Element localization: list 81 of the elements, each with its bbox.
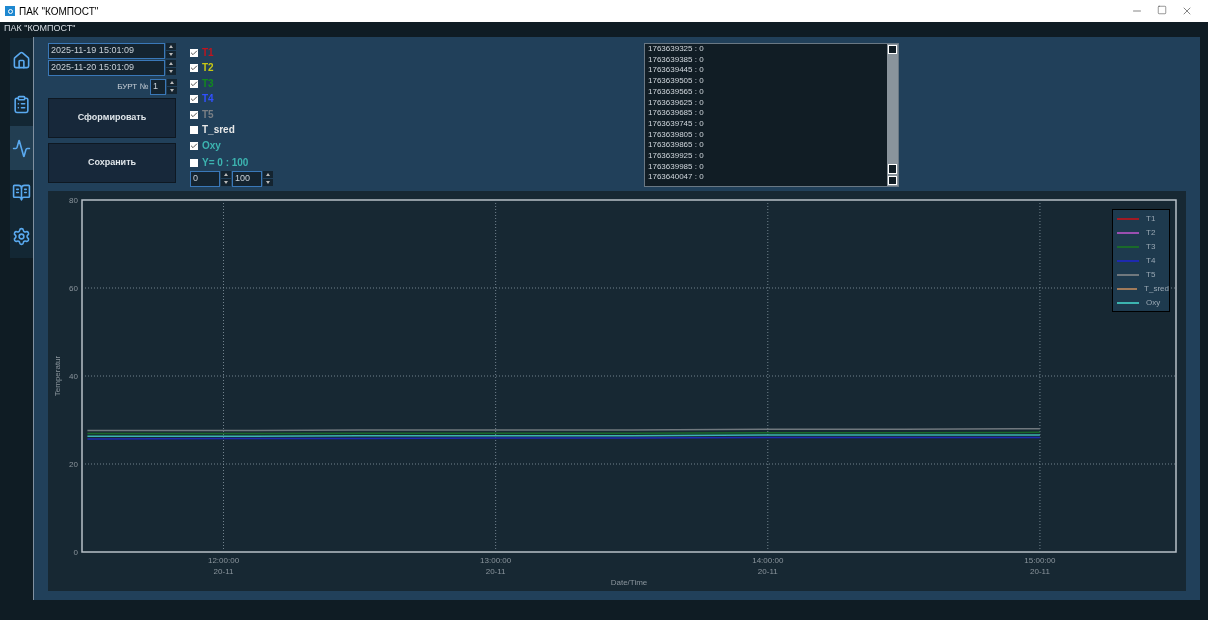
generate-button[interactable]: Сформировать <box>48 98 176 138</box>
spin-down-button[interactable] <box>263 179 273 186</box>
x-tick-label: 13:00:00 20-11 <box>480 556 512 576</box>
spin-up-button[interactable] <box>166 43 176 50</box>
log-entry: 1763639625 : 0 <box>648 97 705 109</box>
log-entry: 1763639985 : 0 <box>648 161 705 173</box>
checkbox[interactable] <box>190 159 198 168</box>
legend-label: Oxy <box>1146 296 1161 309</box>
close-icon[interactable] <box>1181 5 1193 17</box>
checkbox-label: T5 <box>202 108 214 121</box>
legend-label: T_sred <box>1144 282 1169 295</box>
spin-down-button[interactable] <box>166 68 176 75</box>
legend-label: T5 <box>1146 268 1156 281</box>
spin-up-button[interactable] <box>263 171 273 178</box>
sidebar-item[interactable] <box>10 170 33 214</box>
y-axis-title: Temperatur <box>53 355 62 397</box>
y-tick-label: 80 <box>69 196 78 205</box>
checkbox-label: T2 <box>202 62 214 75</box>
checkbox[interactable] <box>190 126 198 135</box>
y-max-field[interactable]: 100 <box>232 171 262 187</box>
spin-down-button[interactable] <box>167 87 177 94</box>
checkbox[interactable] <box>190 110 198 119</box>
save-button[interactable]: Сохранить <box>48 143 176 183</box>
checkbox-label: T_sred <box>202 124 235 137</box>
y-min-field[interactable]: 0 <box>190 171 220 187</box>
x-tick-label: 12:00:00 20-11 <box>207 556 240 576</box>
checkbox[interactable] <box>190 79 198 88</box>
window-title: ПАК "КОМПОСТ" <box>19 4 99 19</box>
clipboard-icon <box>12 94 31 114</box>
log-entry: 1763639745 : 0 <box>648 118 705 130</box>
sidebar-item[interactable] <box>10 214 33 258</box>
checkbox[interactable] <box>190 48 198 57</box>
checkbox-label: T4 <box>202 93 214 106</box>
spin-up-button[interactable] <box>166 60 176 67</box>
y-tick-label: 60 <box>69 284 78 293</box>
pulse-icon <box>12 138 31 158</box>
y-tick-label: 0 <box>73 548 78 557</box>
checkbox[interactable] <box>190 95 198 104</box>
date-to-field[interactable]: 2025-11-20 15:01:09 <box>48 60 165 76</box>
date-from-field[interactable]: 2025-11-19 15:01:09 <box>48 43 165 59</box>
sidebar-item[interactable] <box>10 38 33 82</box>
burt-label: БУРТ № <box>117 81 148 93</box>
checkbox-label: T1 <box>202 46 214 59</box>
spin-up-button[interactable] <box>221 171 231 178</box>
spin-up-button[interactable] <box>167 79 177 86</box>
checkbox-label: T3 <box>202 77 214 90</box>
home-icon <box>12 50 31 70</box>
checkbox[interactable] <box>190 141 198 150</box>
scrollbar[interactable] <box>887 44 898 186</box>
book-icon <box>12 182 31 202</box>
x-axis-title: Date/Time <box>610 578 648 587</box>
log-entry: 1763639865 : 0 <box>648 140 705 152</box>
sidebar-item[interactable] <box>10 126 33 170</box>
legend-label: T2 <box>1146 226 1156 239</box>
log-entry: 1763639925 : 0 <box>648 151 705 162</box>
app-header: ПАК "КОМПОСТ" <box>4 21 76 35</box>
spin-down-button[interactable] <box>221 179 231 186</box>
log-entry: 1763639325 : 0 <box>648 44 705 55</box>
spin-down-button[interactable] <box>166 51 176 58</box>
checkbox-label: Oxy <box>202 139 221 152</box>
x-tick-label: 14:00:00 20-11 <box>752 556 784 576</box>
x-tick-label: 15:00:00 20-11 <box>1024 556 1056 576</box>
checkbox[interactable] <box>190 64 198 73</box>
y-tick-label: 20 <box>69 460 78 469</box>
settings-icon <box>12 226 31 246</box>
app-icon <box>5 6 15 16</box>
legend-label: T3 <box>1146 240 1156 253</box>
checkbox-label: Y= 0 : 100 <box>202 157 249 170</box>
y-tick-label: 40 <box>69 372 78 381</box>
legend-label: T4 <box>1146 254 1156 267</box>
log-entry: 1763640047 : 0 <box>648 172 705 184</box>
log-entry: 1763639805 : 0 <box>648 129 705 141</box>
log-entry: 1763639685 : 0 <box>648 108 705 119</box>
burt-field[interactable]: 1 <box>150 79 166 95</box>
log-entry: 1763639385 : 0 <box>648 54 705 66</box>
check-icon <box>190 141 198 150</box>
sidebar-item[interactable] <box>10 82 33 126</box>
legend-label: T1 <box>1146 212 1156 225</box>
log-entry: 1763639565 : 0 <box>648 86 705 98</box>
log-entry: 1763639505 : 0 <box>648 76 705 87</box>
log-entry: 1763639445 : 0 <box>648 65 705 77</box>
